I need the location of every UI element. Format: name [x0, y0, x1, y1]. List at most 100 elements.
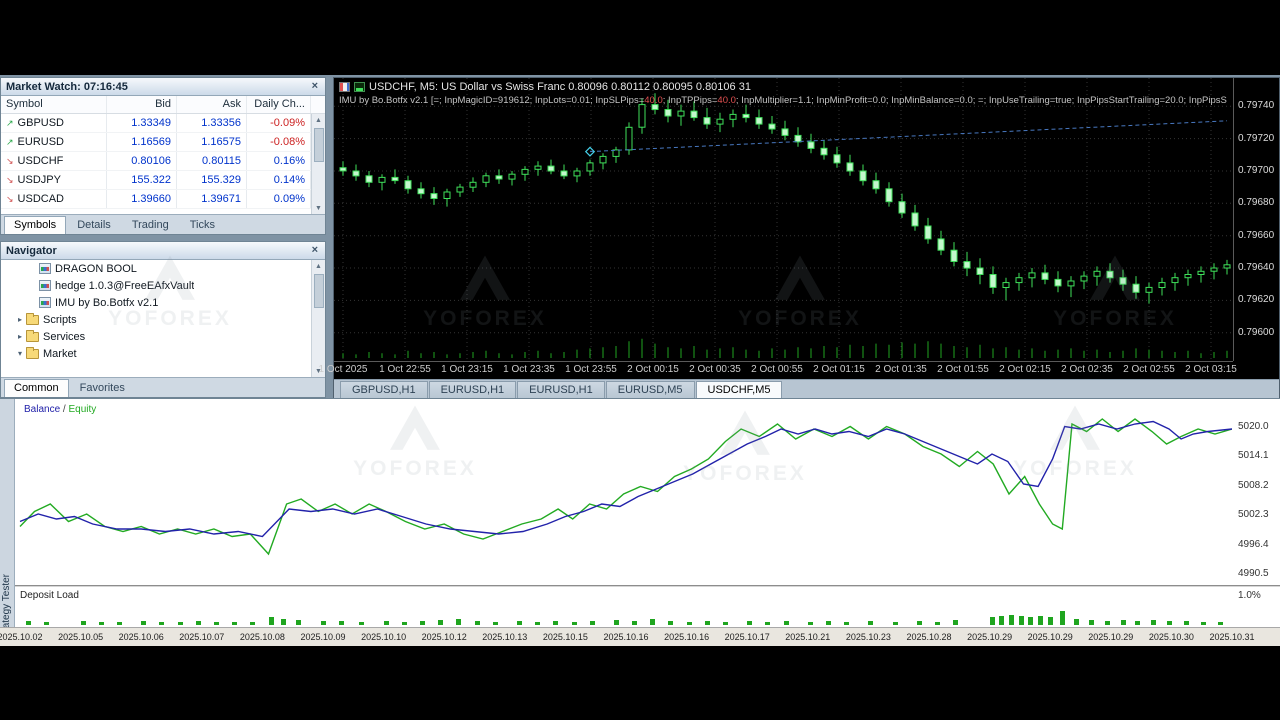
tab-favorites[interactable]: Favorites [70, 379, 135, 397]
candle-body [703, 117, 711, 125]
deposit-load-bar [1038, 616, 1044, 625]
deposit-load-bar [1150, 620, 1156, 625]
navigator-titlebar[interactable]: Navigator × [1, 242, 325, 260]
deposit-load-bar [296, 620, 302, 625]
navigator-item-hedge-1-0-3-freeeafxvault[interactable]: hedge 1.0.3@FreeEAfxVault [1, 277, 325, 294]
chart-tab-eurusd-m5[interactable]: EURUSD,M5 [605, 381, 695, 399]
candle-body [1119, 277, 1127, 285]
close-icon[interactable]: × [310, 245, 320, 256]
column-header[interactable]: Symbol [1, 96, 107, 113]
deposit-load-bar [844, 622, 850, 625]
chart-tab-gbpusd-h1[interactable]: GBPUSD,H1 [340, 381, 428, 399]
candle-body [638, 104, 646, 128]
scroll-down-icon[interactable]: ▼ [315, 202, 322, 214]
navigator-item-market[interactable]: ▾ Market [1, 345, 325, 362]
tick-down-icon: ↘ [6, 155, 14, 166]
tester-date-axis: 2025.10.02 2025.10.05 2025.10.06 2025.10.07… [0, 627, 1280, 646]
chart-tab-eurusd-h1[interactable]: EURUSD,H1 [428, 381, 517, 399]
deposit-load-bar [953, 620, 959, 625]
chart-tab-bar: GBPUSD,H1 EURUSD,H1 EURUSD,H1 EURUSD,M5 USDC… [334, 379, 1279, 399]
daily-change: 0.09% [247, 190, 311, 208]
candle-body [937, 238, 945, 251]
tester-axis-label: 5002.3 [1238, 509, 1269, 520]
candle-body [1002, 282, 1010, 289]
market-watch-row[interactable]: ↘ USDCHF 0.80106 0.80115 0.16% [1, 152, 325, 171]
candle-body [430, 193, 438, 199]
tab-symbols[interactable]: Symbols [4, 216, 67, 234]
deposit-load-bar [26, 621, 32, 625]
market-watch-scrollbar[interactable]: ▲ ▼ [311, 114, 325, 214]
market-watch-row[interactable]: ↗ GBPUSD 1.33349 1.33356 -0.09% [1, 114, 325, 133]
close-icon[interactable]: × [310, 81, 320, 92]
date-axis-label: 2025.10.07 [179, 632, 225, 642]
tester-separator [15, 585, 1280, 587]
chevron-down-icon[interactable]: ▾ [14, 349, 26, 358]
navigator-item-imu-by-bo-botfx-v2-1[interactable]: IMU by Bo.Botfx v2.1 [1, 294, 325, 311]
navigator-item-services[interactable]: ▸ Services [1, 328, 325, 345]
date-axis-label: 2025.10.16 [664, 632, 710, 642]
bid-value: 155.322 [107, 171, 177, 189]
equity-line [19, 418, 1232, 556]
expert-advisor-icon [39, 263, 51, 274]
tab-details[interactable]: Details [67, 216, 121, 234]
chart-tab-eurusd-h1[interactable]: EURUSD,H1 [517, 381, 605, 399]
candle-body [664, 109, 672, 117]
candle-body [547, 165, 555, 172]
navigator-item-label: Services [43, 330, 86, 343]
market-watch-titlebar[interactable]: Market Watch: 07:16:45 × [1, 78, 325, 96]
candle-body [963, 261, 971, 269]
balance-equity-chart[interactable] [0, 399, 1232, 585]
symbol-cell: ↘ USDCHF [1, 152, 107, 170]
chart-window[interactable]: USDCHF, M5: US Dollar vs Swiss Franc 0.8… [319, 77, 1280, 399]
candle-body [872, 180, 880, 190]
column-header[interactable]: Daily Ch... [247, 96, 311, 113]
strategy-tester-side-tab[interactable]: Strategy Tester [0, 399, 15, 646]
scrollbar-thumb[interactable] [313, 128, 324, 162]
chart-time-axis[interactable]: 1 Oct 2025 1 Oct 22:55 1 Oct 23:15 1 Oct 23… [319, 361, 1237, 379]
navigator-scrollbar[interactable]: ▲ ▼ [311, 260, 325, 377]
expert-advisor-icon [39, 297, 51, 308]
trendline[interactable] [589, 120, 1228, 153]
tick-down-icon: ↘ [6, 193, 14, 204]
candle-body [1132, 283, 1140, 293]
chart-tab-usdchf-m5[interactable]: USDCHF,M5 [695, 381, 783, 399]
tester-axis-label: 4990.5 [1238, 568, 1269, 579]
chart-price-axis[interactable]: 0.79740 0.79720 0.79700 0.79680 0.79660 0.796… [1233, 78, 1279, 361]
price-axis-label: 0.79740 [1238, 100, 1275, 112]
deposit-load-bar [80, 621, 86, 625]
market-watch-row[interactable]: ↘ USDCAD 1.39660 1.39671 0.09% [1, 190, 325, 209]
navigator-item-dragon-bool[interactable]: DRAGON BOOL [1, 260, 325, 277]
candle-body [911, 212, 919, 227]
chevron-right-icon[interactable]: ▸ [14, 315, 26, 324]
navigator-item-scripts[interactable]: ▸ Scripts [1, 311, 325, 328]
tab-common[interactable]: Common [4, 379, 69, 397]
chevron-right-icon[interactable]: ▸ [14, 332, 26, 341]
market-watch-row[interactable]: ↘ USDJPY 155.322 155.329 0.14% [1, 171, 325, 190]
deposit-load-bar [868, 621, 874, 625]
candle-body [716, 118, 724, 125]
candle-body [1054, 278, 1062, 287]
deposit-load-bar [1217, 622, 1223, 625]
scroll-up-icon[interactable]: ▲ [315, 260, 322, 272]
date-axis-label: 2025.10.31 [1209, 632, 1255, 642]
scroll-up-icon[interactable]: ▲ [315, 114, 322, 126]
candlestick-chart[interactable] [334, 78, 1233, 361]
tab-ticks[interactable]: Ticks [180, 216, 225, 234]
date-axis-label: 2025.10.05 [58, 632, 104, 642]
market-watch-row[interactable]: ↗ EURUSD 1.16569 1.16575 -0.08% [1, 133, 325, 152]
tick-up-icon: ↗ [6, 136, 14, 147]
time-axis-label: 1 Oct 23:55 [565, 364, 617, 375]
deposit-load-bar [1200, 622, 1206, 625]
date-axis-label: 2025.10.10 [361, 632, 407, 642]
column-header[interactable]: Ask [177, 96, 247, 113]
deposit-load-bar [613, 620, 619, 625]
balance-legend: Balance [24, 404, 61, 415]
navigator-title: Navigator [6, 244, 57, 257]
deposit-load-bar [420, 621, 425, 625]
tab-trading[interactable]: Trading [122, 216, 179, 234]
bid-value: 1.16569 [107, 133, 177, 151]
column-header[interactable]: Bid [107, 96, 177, 113]
candle-body [573, 170, 581, 177]
scrollbar-thumb[interactable] [313, 274, 324, 308]
symbol-cell: ↗ EURUSD [1, 133, 107, 151]
